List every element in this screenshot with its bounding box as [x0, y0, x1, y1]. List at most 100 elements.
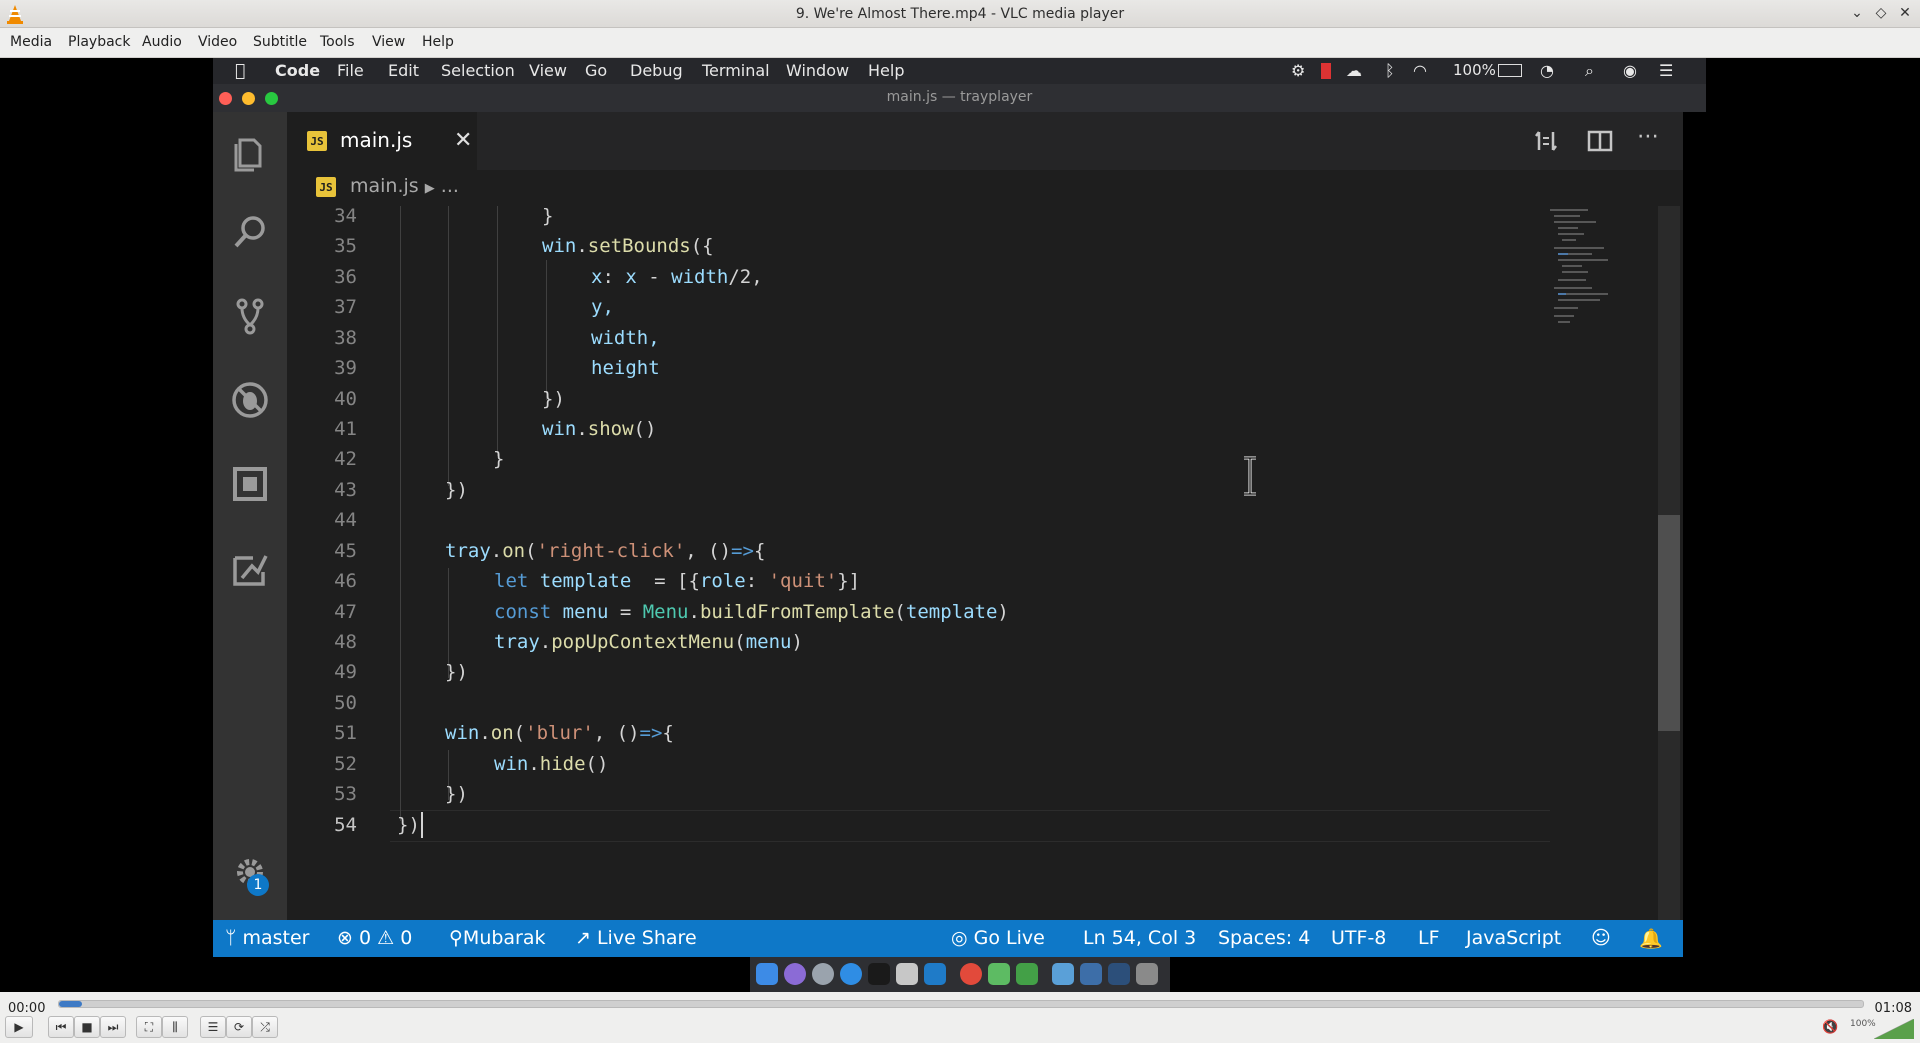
- branch-status[interactable]: ᛘ master: [225, 927, 309, 949]
- account-label: Mubarak: [462, 927, 546, 949]
- breadcrumb-js-icon: JS: [316, 177, 336, 197]
- mac-menu-window: Window: [786, 61, 850, 80]
- code-token: template: [905, 601, 998, 623]
- previous-button[interactable]: ⏮: [48, 1016, 74, 1038]
- loop-button[interactable]: ⟳: [226, 1016, 252, 1038]
- fullscreen-button[interactable]: ⛶: [136, 1016, 162, 1038]
- extended-settings-button[interactable]: ⫼: [162, 1016, 188, 1038]
- terminal-icon: [868, 963, 890, 985]
- breadcrumb: JS main.js ▶ ...: [287, 170, 1683, 204]
- indentation-status[interactable]: Spaces: 4: [1218, 927, 1310, 949]
- live-share-status[interactable]: ↗ Live Share: [575, 927, 697, 949]
- code-line: }): [445, 783, 468, 805]
- close-icon[interactable]: ✕: [1896, 5, 1914, 21]
- code-token: on: [490, 722, 514, 744]
- explorer-icon: [234, 138, 262, 172]
- encoding-status[interactable]: UTF-8: [1331, 927, 1386, 949]
- cursor-position[interactable]: Ln 54, Col 3: [1083, 927, 1196, 949]
- code-token: popUpContextMenu: [551, 631, 735, 653]
- branch-icon: ᛘ: [225, 927, 237, 949]
- code-token: buildFromTemplate: [699, 601, 895, 623]
- code-token: .: [688, 601, 700, 623]
- next-button[interactable]: ⏭: [100, 1016, 126, 1038]
- code-token: win: [542, 418, 577, 440]
- vscode-titlebar: main.js — trayplayer: [213, 84, 1706, 112]
- code-token: .: [528, 753, 540, 775]
- menu-view[interactable]: View: [372, 34, 405, 50]
- eol-status[interactable]: LF: [1418, 927, 1440, 949]
- code-token: :: [602, 266, 626, 288]
- menu-tools[interactable]: Tools: [320, 34, 355, 50]
- line-number: 40: [334, 388, 357, 410]
- shuffle-button[interactable]: ⤮: [252, 1016, 278, 1038]
- app-icon: [988, 963, 1010, 985]
- status-icon-1: ⚙: [1291, 61, 1306, 80]
- code-token: ): [791, 631, 803, 653]
- code-token: /2,: [728, 266, 763, 288]
- code-token: (: [894, 601, 906, 623]
- minimize-icon[interactable]: ⌄: [1848, 5, 1866, 21]
- code-token: 'quit': [768, 570, 838, 592]
- account-status[interactable]: ⚲Mubarak: [449, 927, 546, 949]
- code-token: =>: [731, 540, 754, 562]
- code-token: .: [576, 418, 588, 440]
- code-line: tray.popUpContextMenu(menu): [494, 631, 803, 653]
- stop-button[interactable]: ■: [74, 1016, 100, 1038]
- code-token: = [{: [631, 570, 700, 592]
- tab-main-js[interactable]: JS main.js ✕: [287, 112, 477, 170]
- rocket-icon: [812, 963, 834, 985]
- language-mode[interactable]: JavaScript: [1466, 927, 1561, 949]
- code-token: tray: [494, 631, 540, 653]
- search-icon: [234, 216, 265, 248]
- bell-icon[interactable]: 🔔: [1639, 927, 1663, 950]
- menu-audio[interactable]: Audio: [142, 34, 182, 50]
- code-line: const menu = Menu.buildFromTemplate(temp…: [494, 601, 1009, 623]
- line-number: 34: [334, 205, 357, 227]
- code-line: let template = [{role: 'quit'}]: [494, 570, 860, 592]
- code-token: menu: [551, 601, 609, 623]
- bluetooth-icon: ᛒ: [1385, 61, 1395, 80]
- more-actions-icon[interactable]: ⋯: [1637, 124, 1659, 149]
- menu-subtitle[interactable]: Subtitle: [253, 34, 307, 50]
- maximize-icon[interactable]: ◇: [1872, 5, 1890, 21]
- clock-icon: ◔: [1540, 61, 1554, 80]
- minimap[interactable]: [1548, 206, 1620, 336]
- mac-menubar:  Code File Edit Selection View Go Debug…: [213, 58, 1706, 84]
- vscode-dock-icon: [924, 963, 946, 985]
- code-token: 'blur': [525, 722, 594, 744]
- menu-help[interactable]: Help: [422, 34, 454, 50]
- mac-menu-edit: Edit: [388, 61, 419, 80]
- mute-icon[interactable]: 🔇: [1822, 1020, 1838, 1035]
- code-token: (): [633, 418, 657, 440]
- play-button[interactable]: ▶: [5, 1016, 33, 1038]
- line-number: 44: [334, 509, 357, 531]
- code-token: , (): [593, 722, 640, 744]
- settings-badge: 1: [247, 874, 269, 896]
- menu-media[interactable]: Media: [10, 34, 52, 50]
- compare-changes-icon[interactable]: [1533, 128, 1559, 154]
- warning-count: 0: [400, 927, 413, 949]
- code-token: win: [494, 753, 529, 775]
- line-number: 37: [334, 296, 357, 318]
- feedback-smiley-icon[interactable]: ☺: [1591, 927, 1611, 949]
- scrollbar-thumb[interactable]: [1658, 515, 1680, 731]
- mac-menu-view: View: [529, 61, 567, 80]
- problems-status[interactable]: ⊗ 0 ⚠ 0: [337, 927, 412, 949]
- breadcrumb-file[interactable]: main.js ▶ ...: [350, 175, 459, 197]
- playlist-button[interactable]: ☰: [200, 1016, 226, 1038]
- volume-slider[interactable]: [1874, 1019, 1914, 1039]
- vlc-menubar: Media Playback Audio Video Subtitle Tool…: [0, 28, 1920, 58]
- line-number: 52: [334, 753, 357, 775]
- seek-slider[interactable]: [58, 1000, 1864, 1008]
- siri-icon: ◉: [1623, 61, 1637, 80]
- line-number: 41: [334, 418, 357, 440]
- safari-icon: [840, 963, 862, 985]
- go-live-button[interactable]: ◎ Go Live: [951, 927, 1045, 949]
- code-line: tray.on('right-click', ()=>{: [445, 540, 765, 562]
- menu-video[interactable]: Video: [198, 34, 237, 50]
- go-live-label: Go Live: [973, 927, 1045, 949]
- code-token: 'right-click': [536, 540, 686, 562]
- menu-playback[interactable]: Playback: [68, 34, 130, 50]
- close-tab-icon[interactable]: ✕: [454, 128, 472, 153]
- split-editor-icon[interactable]: [1587, 128, 1613, 154]
